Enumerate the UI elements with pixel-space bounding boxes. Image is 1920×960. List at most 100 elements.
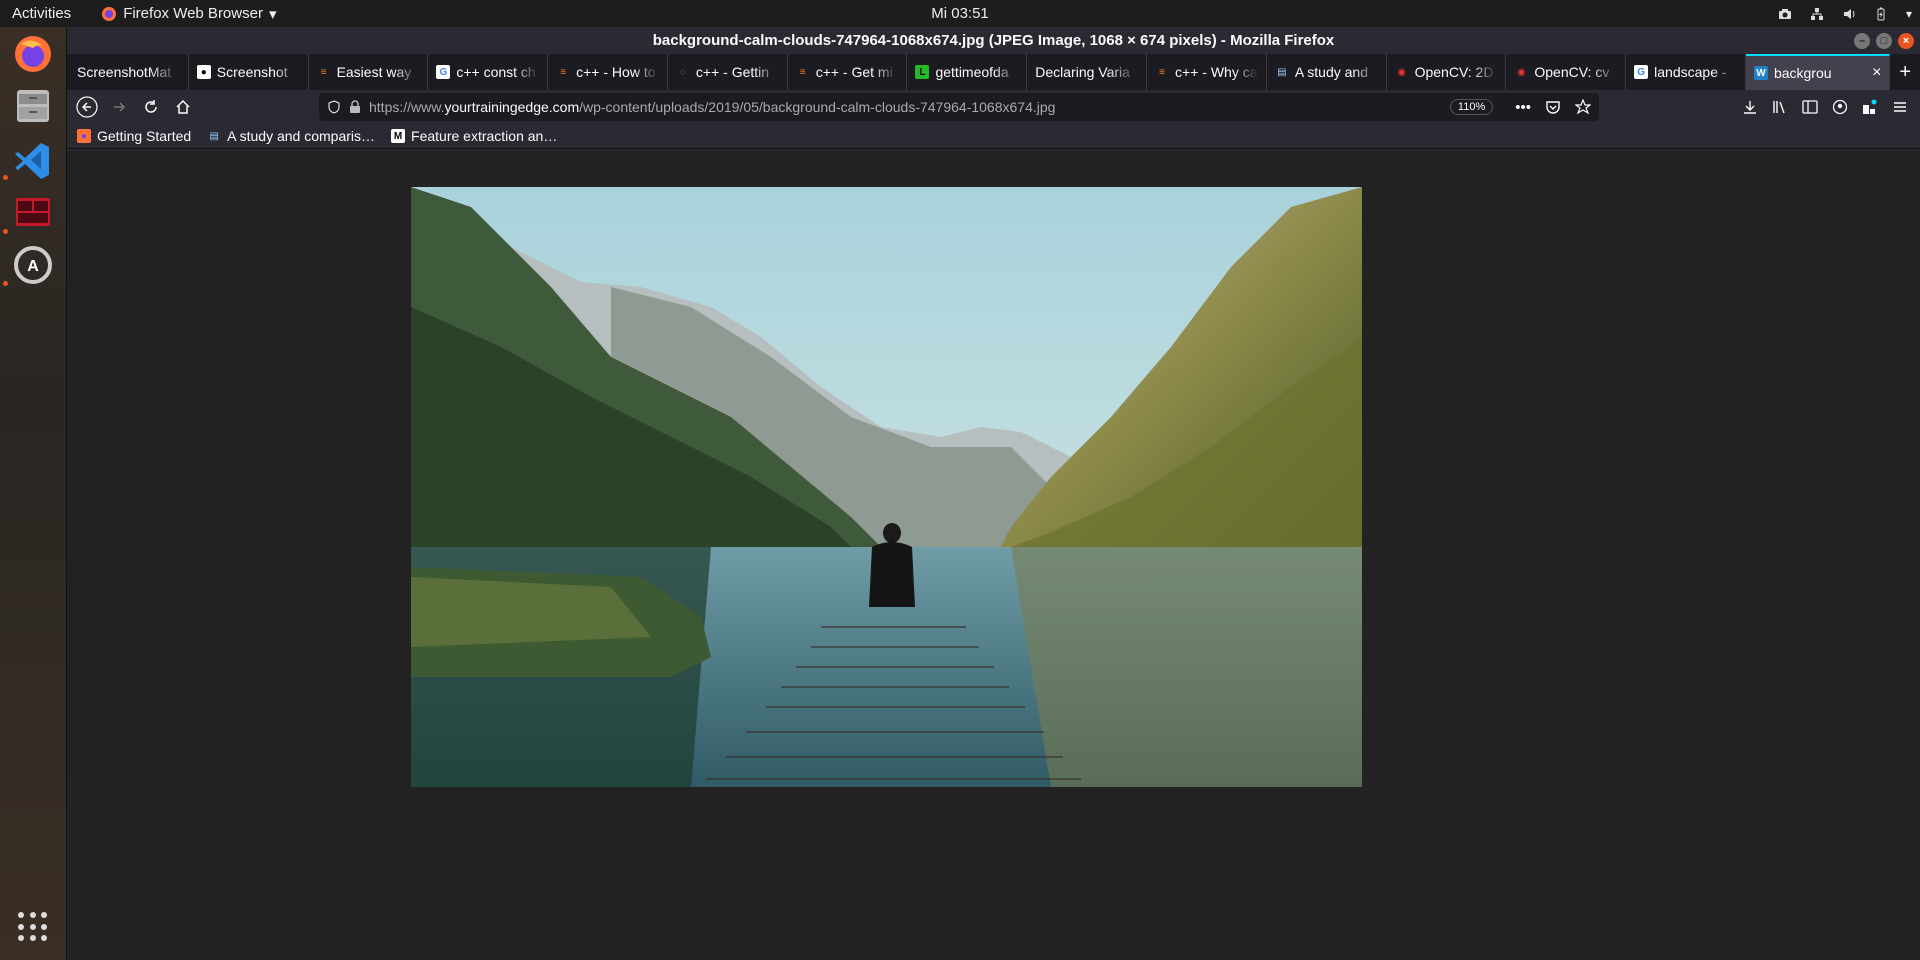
tab-11[interactable]: ◉ OpenCV: 2D	[1387, 54, 1507, 90]
lock-icon[interactable]	[349, 100, 361, 114]
close-window-button[interactable]: ×	[1898, 32, 1914, 49]
wordpress-icon: W	[1753, 66, 1768, 80]
camera-icon[interactable]	[1778, 7, 1792, 21]
bookmark-item[interactable]: M Feature extraction an…	[391, 128, 557, 144]
tab-label: c++ - Gettin	[695, 64, 770, 80]
tab-label: c++ const ch	[456, 64, 536, 80]
bookmark-star-icon[interactable]	[1575, 98, 1591, 115]
stackoverflow-icon: ≡	[1159, 66, 1165, 78]
library-icon[interactable]	[1772, 99, 1788, 115]
forward-button[interactable]	[105, 93, 133, 121]
tab-6[interactable]: ≡ c++ - Get mi	[788, 54, 908, 90]
dock-files[interactable]	[10, 83, 56, 129]
account-icon[interactable]	[1832, 99, 1848, 115]
reload-button[interactable]	[137, 93, 165, 121]
new-tab-button[interactable]: +	[1890, 54, 1920, 90]
maximize-button[interactable]: □	[1876, 32, 1892, 49]
volume-icon[interactable]	[1842, 7, 1856, 21]
google-icon: G	[1634, 65, 1649, 79]
tab-label: c++ - Why ca	[1175, 64, 1258, 80]
tab-label: A study and	[1294, 64, 1368, 80]
mountain-lake-image	[411, 187, 1362, 787]
bookmark-item[interactable]: ● Getting Started	[77, 128, 191, 144]
zoom-indicator[interactable]: 110%	[1449, 99, 1494, 115]
tab-7[interactable]: Lgettimeofda	[907, 54, 1028, 90]
url-domain: yourtrainingedge.com	[444, 99, 580, 115]
firefox-icon	[15, 36, 51, 72]
close-tab-icon[interactable]: ×	[1872, 64, 1881, 82]
tab-label: OpenCV: cv	[1534, 64, 1610, 80]
address-bar[interactable]: https://www.yourtrainingedge.com/wp-cont…	[319, 93, 1599, 121]
tab-14[interactable]: Wbackgrou ×	[1745, 54, 1891, 90]
dock-software-updater[interactable]: A	[10, 242, 56, 288]
bookmark-label: A study and comparis…	[227, 128, 376, 144]
back-button[interactable]	[73, 93, 101, 121]
firefox-window: background-calm-clouds-747964-1068x674.j…	[67, 27, 1920, 960]
window-titlebar[interactable]: background-calm-clouds-747964-1068x674.j…	[67, 27, 1920, 54]
show-applications-button[interactable]	[14, 908, 52, 946]
tab-3[interactable]: Gc++ const ch	[428, 54, 549, 90]
bookmark-label: Feature extraction an…	[411, 128, 558, 144]
app-menu-label: Firefox Web Browser	[123, 5, 263, 22]
shield-icon[interactable]	[327, 100, 341, 114]
navigation-toolbar: https://www.yourtrainingedge.com/wp-cont…	[67, 90, 1920, 124]
tab-4[interactable]: ≡ c++ - How to	[548, 54, 668, 90]
svg-text:A: A	[27, 258, 39, 275]
medium-icon: M	[391, 129, 406, 143]
tab-13[interactable]: Glandscape -	[1626, 54, 1746, 90]
arrow-right-icon	[114, 102, 126, 112]
activities-button[interactable]: Activities	[0, 5, 83, 22]
tab-label: backgrou	[1773, 65, 1832, 81]
chevron-down-icon[interactable]: ▾	[1906, 7, 1912, 21]
tab-9[interactable]: ≡ c++ - Why ca	[1147, 54, 1267, 90]
github-icon: ●	[196, 65, 211, 79]
stackoverflow-icon: ≡	[320, 66, 327, 78]
app-menu[interactable]: Firefox Web Browser ▾	[101, 5, 276, 23]
running-indicator	[3, 175, 8, 180]
bookmark-item[interactable]: ▤ A study and comparis…	[207, 128, 375, 144]
pocket-icon[interactable]	[1545, 99, 1561, 115]
chevron-down-icon: ▾	[268, 5, 277, 23]
download-icon[interactable]	[1742, 99, 1758, 115]
tab-label: ScreenshotMat	[77, 64, 172, 80]
opencv-icon: ◉	[1517, 66, 1526, 78]
tab-label: Screenshot	[216, 64, 288, 80]
sidebar-icon[interactable]	[1802, 99, 1818, 115]
tab-1[interactable]: ● Screenshot	[189, 54, 309, 90]
landscape-photo[interactable]	[411, 187, 1362, 787]
google-icon: G	[436, 65, 451, 79]
toolbar-right	[1742, 99, 1914, 115]
bookmarks-toolbar: ● Getting Started ▤ A study and comparis… M F…	[67, 124, 1920, 149]
url-text[interactable]: https://www.yourtrainingedge.com/wp-cont…	[369, 99, 1055, 115]
software-updater-icon: A	[14, 246, 52, 284]
home-button[interactable]	[169, 93, 197, 121]
dock-firefox[interactable]	[10, 31, 56, 77]
document-icon: ▤	[1277, 66, 1287, 78]
tab-2[interactable]: ≡ Easiest way	[309, 54, 429, 90]
hamburger-menu-icon[interactable]	[1892, 99, 1908, 115]
network-icon[interactable]	[1810, 7, 1824, 21]
url-prefix: https://www.	[369, 99, 445, 115]
tab-label: landscape -	[1654, 64, 1727, 80]
system-tray[interactable]: ▾	[1778, 7, 1912, 21]
minimize-button[interactable]: –	[1854, 32, 1870, 49]
tab-5[interactable]: ◌ c++ - Gettin	[668, 54, 788, 90]
stackoverflow-icon: ≡	[799, 66, 806, 78]
dock-vscode[interactable]	[10, 136, 56, 182]
url-path: /wp-content/uploads/2019/05/background-c…	[579, 99, 1056, 115]
battery-icon[interactable]	[1874, 7, 1888, 21]
clock[interactable]: Mi 03:51	[931, 5, 989, 22]
extensions-icon[interactable]	[1862, 99, 1878, 115]
linux-icon: L	[915, 65, 930, 79]
tab-0[interactable]: ScreenshotMat	[69, 54, 189, 90]
tab-8[interactable]: Declaring Varia	[1027, 54, 1148, 90]
more-actions-icon[interactable]: •••	[1515, 99, 1531, 116]
tab-12[interactable]: ◉ OpenCV: cv	[1506, 54, 1627, 90]
tab-10[interactable]: ▤ A study and	[1267, 54, 1387, 90]
opencv-icon: ◉	[1397, 66, 1406, 78]
file-cabinet-icon	[17, 90, 49, 122]
running-indicator	[3, 281, 8, 286]
document-icon: ▤	[209, 130, 219, 142]
reload-icon	[145, 100, 157, 113]
dock-terminal[interactable]	[10, 189, 56, 235]
